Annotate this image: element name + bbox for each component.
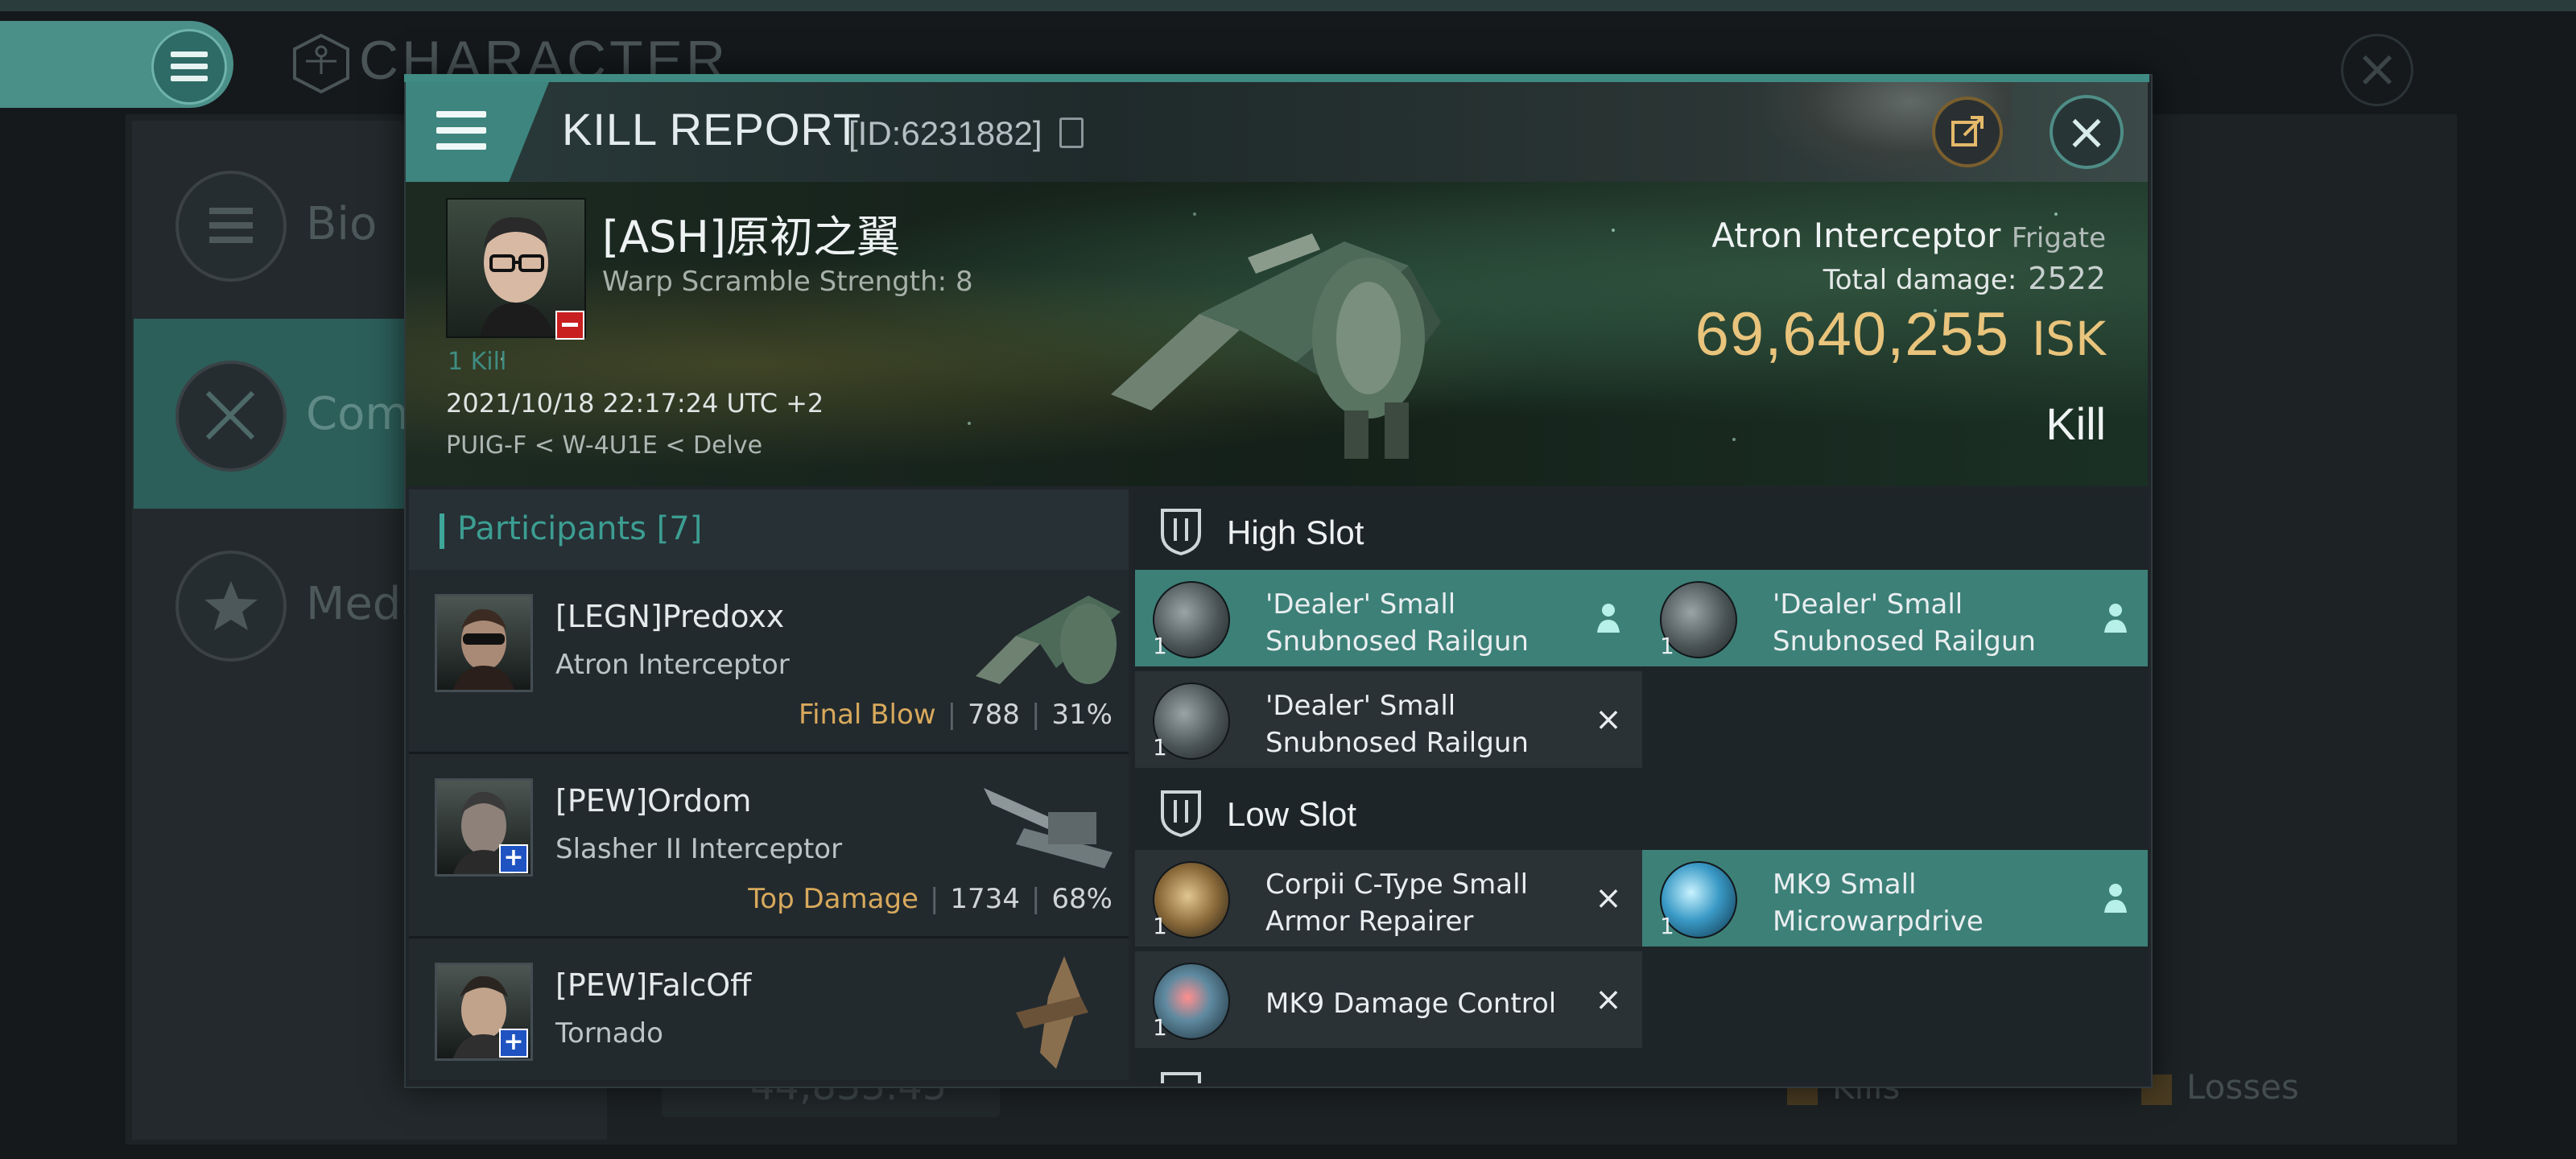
star-medal-icon (175, 551, 287, 662)
close-icon: × (2355, 39, 2399, 99)
high-slot-title: High Slot (1227, 514, 1364, 551)
hamburger-icon (436, 111, 486, 159)
hostile-badge (555, 311, 584, 340)
total-damage: Total damage: 2522 (1823, 261, 2106, 296)
participant-ship: Slasher II Interceptor (555, 833, 843, 865)
kill-report-id: [ID:6231882] (848, 114, 1042, 152)
low-slot-header: Low Slot (1132, 771, 2148, 856)
victim-kills: 1 Kill (448, 348, 507, 376)
participant-avatar[interactable] (435, 594, 533, 692)
high-slot-header: High Slot (1132, 489, 2148, 575)
participant-row[interactable]: [LEGN]Predoxx Atron Interceptor Final Bl… (409, 570, 1129, 754)
module-high-2[interactable]: 1 'Dealer' Small Snubnosed Railgun (1642, 570, 2148, 666)
crossed-swords-icon (175, 361, 287, 472)
destroyed-x-icon: × (1595, 701, 1622, 738)
participant-stats: Final Blow | 788 | 31% (799, 699, 1113, 731)
participants-header: Participants [7] (409, 489, 1129, 570)
top-bar (0, 0, 2576, 11)
copy-icon[interactable] (1059, 118, 1084, 148)
participant-ship: Tornado (555, 1017, 663, 1050)
low-slot-icon (1161, 790, 1201, 837)
ship-class: Frigate (2011, 222, 2106, 254)
participants-list[interactable]: [LEGN]Predoxx Atron Interceptor Final Bl… (409, 570, 1129, 1080)
module-quantity: 1 (1153, 1014, 1167, 1041)
module-quantity: 1 (1153, 913, 1167, 939)
destroyed-x-icon: × (1595, 880, 1622, 917)
participant-ship: Atron Interceptor (555, 649, 790, 681)
kill-location: PUIG-F < W-4U1E < Delve (446, 431, 763, 460)
total-damage-value: 2522 (2028, 261, 2106, 296)
module-low-1[interactable]: 1 Corpii C-Type Small Armor Repairer × (1135, 850, 1642, 947)
close-icon: × (2066, 102, 2107, 161)
module-name: MK9 Damage Control (1265, 988, 1557, 1020)
hamburger-icon (175, 171, 287, 282)
module-name: Corpii C-Type Small Armor Repairer (1265, 868, 1529, 938)
module-low-2[interactable]: 1 MK9 Small Microwarpdrive (1642, 850, 2148, 947)
kill-report-title: KILL REPORT (562, 104, 862, 155)
participants-title: Participants [7] (457, 510, 703, 547)
warp-scramble-strength: Warp Scramble Strength: 8 (602, 266, 973, 298)
corp-plus-badge: + (499, 844, 528, 873)
module-quantity: 1 (1660, 633, 1674, 659)
module-name: MK9 Small Microwarpdrive (1773, 868, 1984, 938)
destroyed-x-icon: × (1595, 981, 1622, 1018)
module-name: 'Dealer' Small Snubnosed Railgun (1265, 690, 1529, 759)
share-icon (1951, 116, 1984, 146)
participant-name: [LEGN]Predoxx (555, 599, 785, 634)
module-name: 'Dealer' Small Snubnosed Railgun (1265, 588, 1529, 658)
kill-result-label: Kill (2046, 398, 2106, 449)
vitruvian-icon (293, 33, 349, 94)
main-menu-button[interactable] (0, 21, 233, 108)
character-close-button[interactable]: × (2341, 34, 2413, 106)
corp-plus-badge: + (499, 1029, 528, 1058)
high-slot-icon (1161, 509, 1201, 555)
victim-ship-name[interactable]: Atron Interceptor Frigate (1711, 216, 2106, 255)
header-accent-line (404, 74, 2149, 82)
module-quantity: 1 (1153, 633, 1167, 659)
kill-datetime: 2021/10/18 22:17:24 UTC +2 (446, 388, 824, 419)
module-name: 'Dealer' Small Snubnosed Railgun (1773, 588, 2036, 658)
low-slot-title: Low Slot (1227, 795, 1357, 833)
module-quantity: 1 (1660, 913, 1674, 939)
kill-report-close-button[interactable]: × (2050, 95, 2124, 169)
participant-ship-image (984, 788, 1113, 868)
fitted-person-icon (2099, 881, 2132, 916)
sidebar-item-label: Bio (306, 198, 378, 250)
mid-slot-header-partial (1132, 1053, 2148, 1083)
participant-name: [PEW]FalcOff (555, 967, 752, 1003)
legend-losses: Losses (2141, 1067, 2299, 1107)
share-button[interactable] (1932, 97, 2003, 167)
hamburger-icon (171, 52, 208, 88)
victim-name[interactable]: [ASH]原初之翼 (602, 201, 900, 265)
module-quantity: 1 (1153, 734, 1167, 761)
participant-name: [PEW]Ordom (555, 783, 752, 819)
fitted-person-icon (1592, 600, 1624, 636)
participant-ship-image (1016, 956, 1088, 1069)
participant-stats: Top Damage | 1734 | 68% (748, 883, 1113, 915)
fittings-panel: High Slot 1 'Dealer' Small Snubnosed Rail… (1132, 489, 2148, 1083)
isk-value: 69,640,255 ISK (1695, 300, 2106, 369)
participant-row[interactable]: + [PEW]FalcOff Tornado (409, 938, 1129, 1080)
participant-ship-image (976, 596, 1121, 684)
module-low-3[interactable]: 1 MK9 Damage Control × (1135, 951, 1642, 1048)
module-high-3[interactable]: 1 'Dealer' Small Snubnosed Railgun × (1135, 671, 1642, 768)
mid-slot-icon (1161, 1072, 1201, 1083)
module-high-1[interactable]: 1 'Dealer' Small Snubnosed Railgun (1135, 570, 1642, 666)
victim-ship-image (1111, 233, 1441, 459)
participant-row[interactable]: + [PEW]Ordom Slasher II Interceptor Top … (409, 754, 1129, 938)
fitted-person-icon (2099, 600, 2132, 636)
